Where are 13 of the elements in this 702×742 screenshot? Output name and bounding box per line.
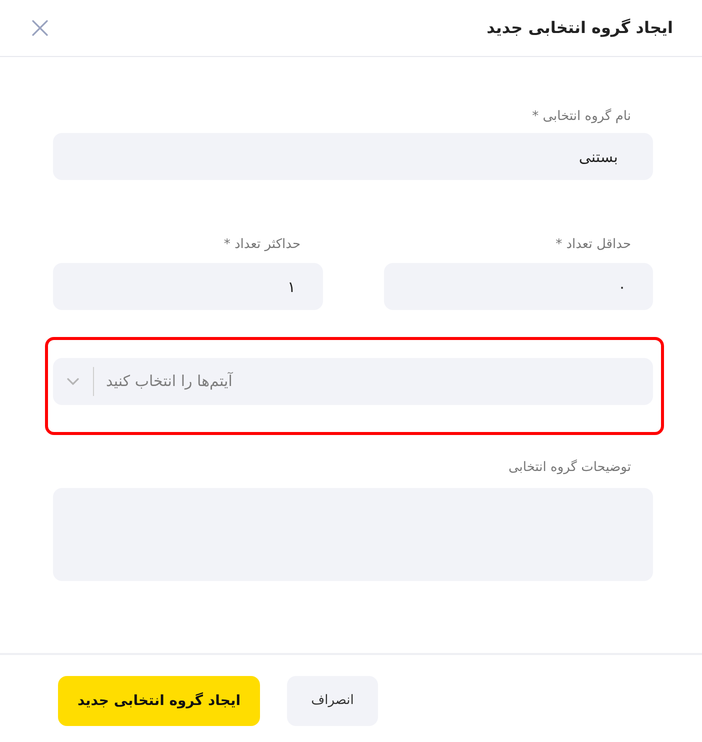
count-field[interactable]: ۰ — [384, 263, 653, 310]
field-label: حداکثر تعداد * — [222, 236, 302, 254]
count-field[interactable]: ۱ — [53, 263, 322, 310]
field-label: نام گروه انتخابی * — [531, 108, 632, 126]
close-icon[interactable] — [32, 20, 48, 36]
cancel-button[interactable]: انصراف — [287, 676, 378, 726]
items-select[interactable]: آیتم‌ها را انتخاب کنید — [53, 358, 653, 405]
create-button[interactable]: ایجاد گروه انتخابی جدید — [58, 676, 260, 726]
dialog-title: ایجاد گروه انتخابی جدید — [486, 17, 673, 39]
name-field[interactable]: بستنی — [53, 133, 653, 180]
chevron-down-icon — [67, 378, 79, 385]
field-label: توضیحات گروه انتخابی — [507, 458, 632, 477]
field-label: حداقل تعداد * — [554, 236, 632, 254]
